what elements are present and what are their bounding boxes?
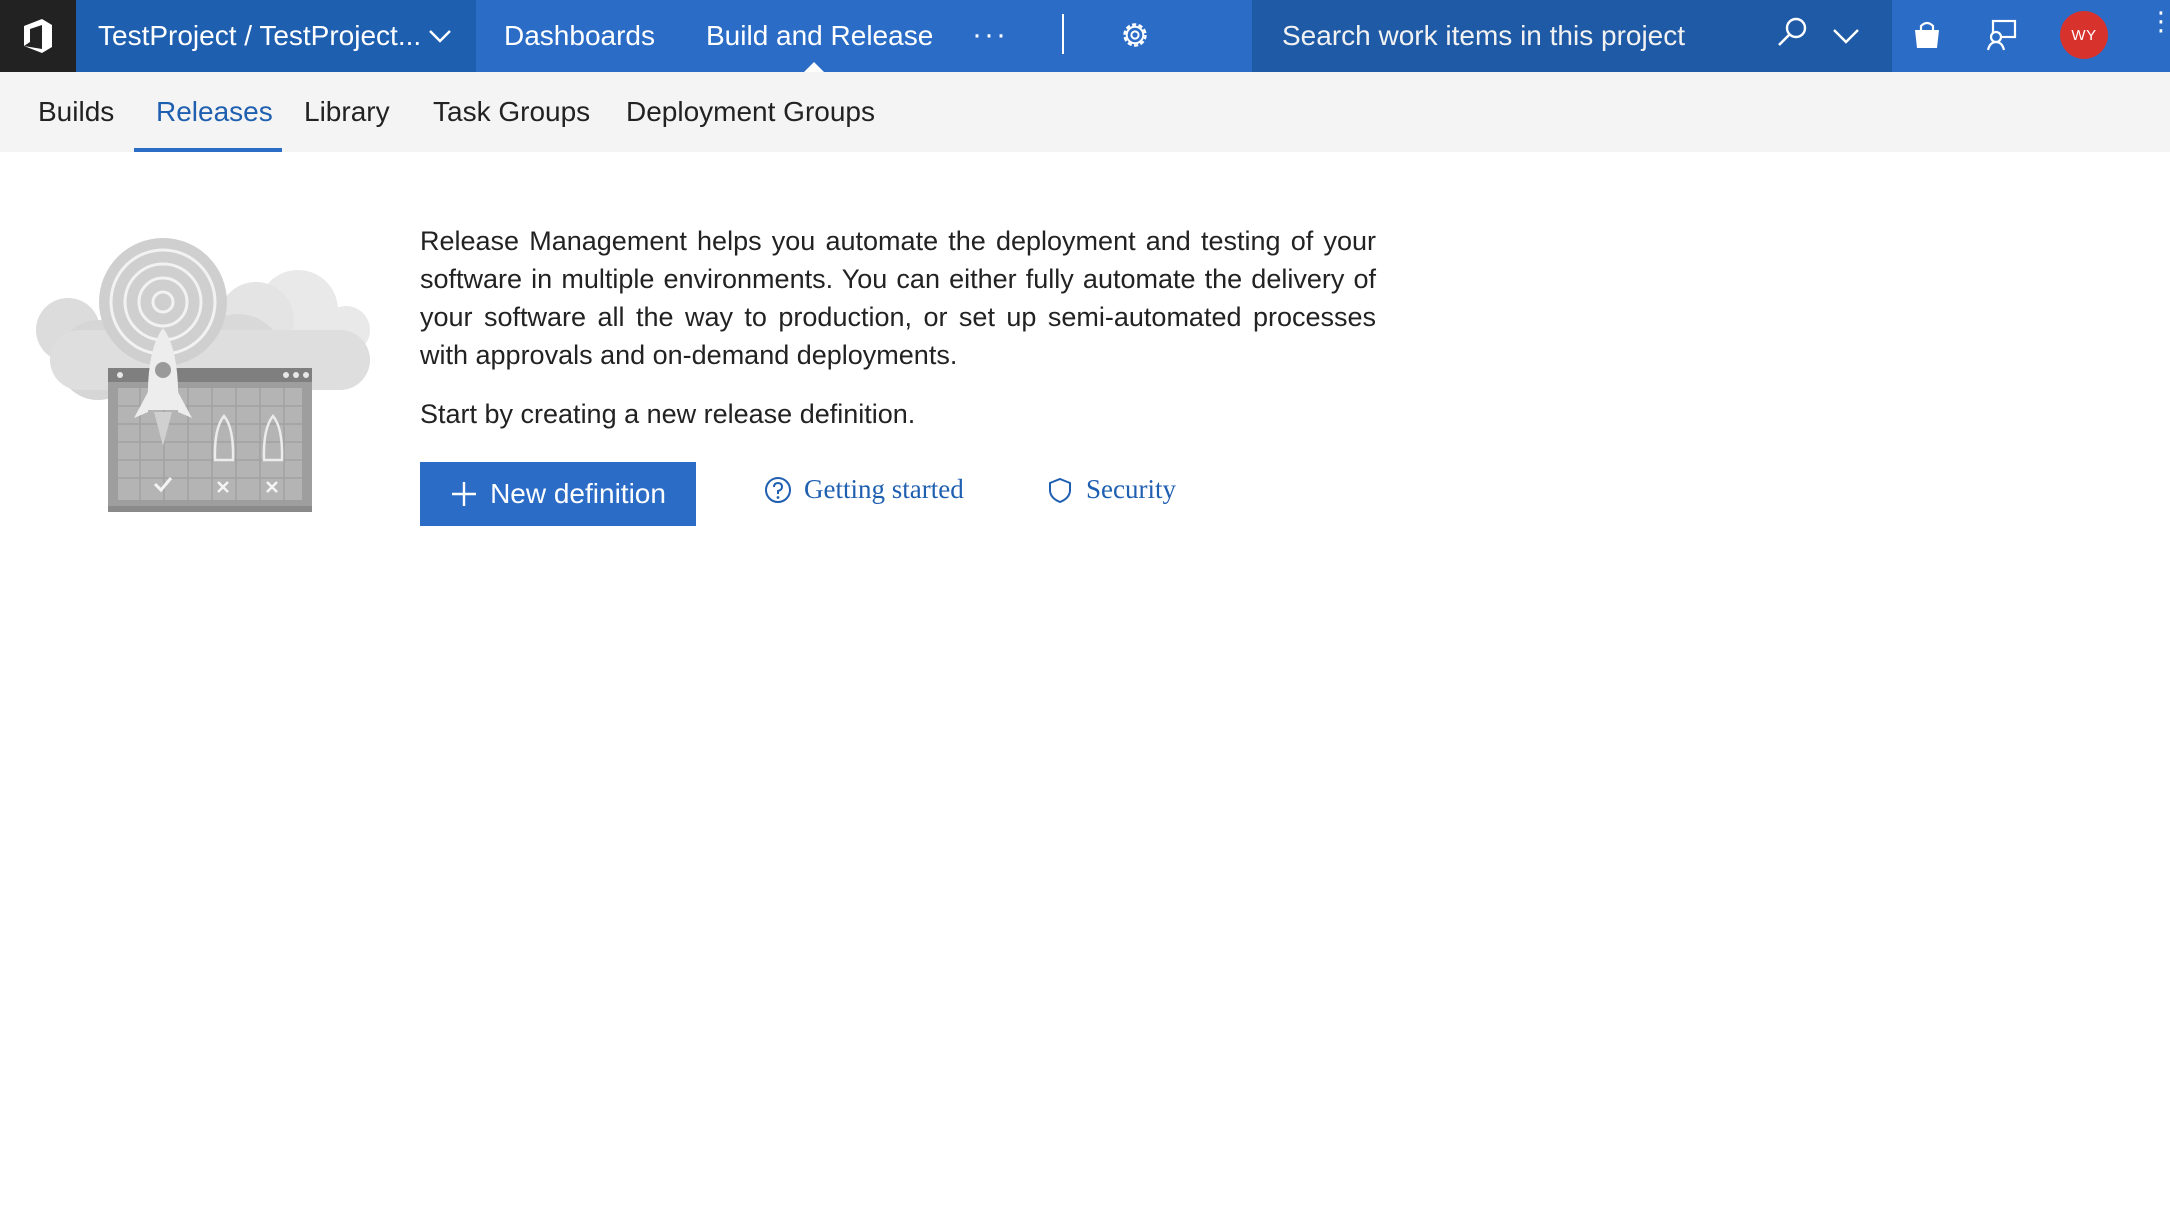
active-nav-indicator [804, 62, 824, 72]
vsts-logo-button[interactable] [0, 0, 76, 72]
hub-tabs: Builds Releases Library Task Groups Depl… [0, 72, 2170, 152]
gear-icon[interactable] [1118, 18, 1152, 52]
shield-icon [1049, 477, 1071, 503]
shopping-bag-icon[interactable] [1910, 18, 1944, 52]
start-instruction: Start by creating a new release definiti… [420, 399, 916, 429]
nav-divider [1062, 14, 1064, 54]
search-icon[interactable] [1772, 14, 1812, 54]
chevron-down-icon [429, 30, 451, 43]
project-title: TestProject / TestProject... [98, 20, 422, 51]
active-tab-underline [134, 148, 282, 152]
avatar[interactable]: WY [2060, 11, 2108, 59]
getting-started-label: Getting started [804, 474, 964, 504]
getting-started-link[interactable]: Getting started [764, 474, 964, 505]
search-input[interactable] [1282, 14, 1762, 58]
chevron-down-icon[interactable] [1830, 20, 1862, 52]
project-selector[interactable]: TestProject / TestProject... [76, 0, 476, 72]
release-management-description: Release Management helps you automate th… [420, 226, 1376, 370]
tab-library[interactable]: Library [304, 72, 390, 152]
search-box [1252, 0, 1892, 72]
tab-releases[interactable]: Releases [156, 72, 273, 152]
tab-task-groups[interactable]: Task Groups [433, 72, 590, 152]
security-link[interactable]: Security [1046, 474, 1176, 505]
vsts-logo-icon [24, 19, 52, 53]
tab-builds[interactable]: Builds [38, 72, 114, 152]
rocket-illustration [36, 238, 370, 512]
question-circle-icon [765, 476, 791, 503]
top-navigation-bar: TestProject / TestProject... Dashboards … [0, 0, 2170, 72]
new-definition-button[interactable]: New definition [420, 462, 696, 526]
tab-deployment-groups[interactable]: Deployment Groups [626, 72, 875, 152]
nav-dashboards[interactable]: Dashboards [504, 0, 655, 72]
security-label: Security [1086, 474, 1176, 504]
nav-more-button[interactable]: ··· [972, 18, 1008, 52]
new-definition-label: New definition [490, 478, 666, 509]
plus-icon [452, 482, 477, 506]
feedback-icon[interactable] [1984, 18, 2018, 52]
more-options-icon[interactable]: ⋮ [2148, 8, 2170, 34]
